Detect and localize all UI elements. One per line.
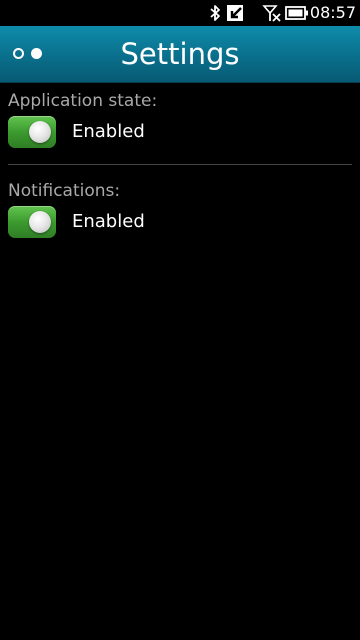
toggle-state-text: Enabled xyxy=(72,121,145,142)
battery-icon xyxy=(285,6,308,20)
bluetooth-icon xyxy=(210,5,220,21)
setting-label: Application state: xyxy=(8,91,158,111)
no-signal-icon xyxy=(262,5,281,22)
toggle-knob xyxy=(29,211,51,233)
title-bar: Settings xyxy=(0,26,360,83)
toggle-knob xyxy=(29,121,51,143)
status-clock: 08:57 xyxy=(309,3,356,22)
usb-icon xyxy=(227,5,243,21)
notifications-toggle[interactable] xyxy=(8,206,56,238)
toggle-state-text: Enabled xyxy=(72,211,145,232)
setting-label: Notifications: xyxy=(8,181,121,201)
status-bar: 08:57 xyxy=(0,0,360,26)
application-state-toggle[interactable] xyxy=(8,116,56,148)
settings-screen: 08:57 Settings Application state: Enable… xyxy=(0,0,360,640)
page-title: Settings xyxy=(120,37,240,71)
section-divider xyxy=(8,164,352,165)
